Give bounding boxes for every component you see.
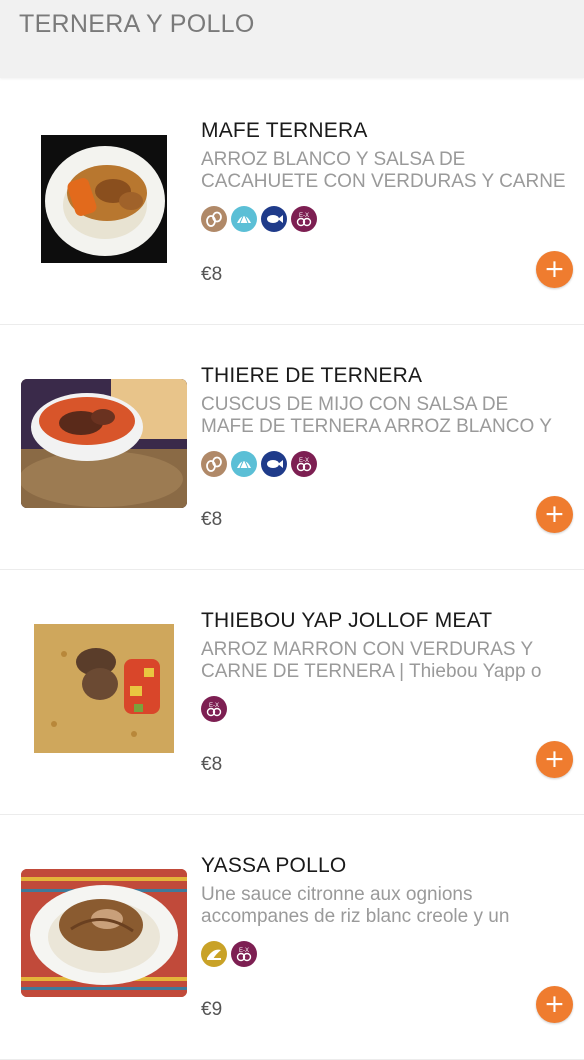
menu-item[interactable]: THIEBOU YAP JOLLOF MEAT ARROZ MARRON CON… — [0, 569, 584, 815]
menu-item[interactable]: MAFE TERNERA ARROZ BLANCO Y SALSA DE CAC… — [0, 79, 584, 325]
eggs-icon: E-X — [291, 451, 317, 477]
item-price: €9 — [201, 999, 223, 1020]
fish-icon — [261, 206, 287, 232]
menu-item[interactable]: THIERE DE TERNERA CUSCUS DE MIJO CON SAL… — [0, 324, 584, 570]
item-description: CUSCUS DE MIJO CON SALSA DE MAFE DE TERN… — [201, 394, 552, 437]
add-to-cart-button[interactable]: + — [536, 741, 573, 778]
eggs-icon: E-X — [291, 206, 317, 232]
allergen-list: E-X — [201, 451, 317, 477]
item-name: THIERE DE TERNERA — [201, 364, 423, 387]
add-to-cart-button[interactable]: + — [536, 986, 573, 1023]
item-description: Une sauce citronne aux ognions accompane… — [201, 884, 510, 927]
add-to-cart-button[interactable]: + — [536, 496, 573, 533]
menu-item[interactable]: YASSA POLLO Une sauce citronne aux ognio… — [0, 814, 584, 1060]
add-to-cart-button[interactable]: + — [536, 251, 573, 288]
mollusc-icon — [231, 206, 257, 232]
dish-image — [41, 135, 167, 263]
item-price: €8 — [201, 754, 223, 775]
fish-icon — [261, 451, 287, 477]
dish-image — [21, 869, 187, 997]
section-title: TERNERA Y POLLO — [19, 10, 255, 38]
eggs-icon: E-X — [201, 696, 227, 722]
item-description: ARROZ MARRON CON VERDURAS Y CARNE DE TER… — [201, 639, 542, 682]
allergen-list: E-X — [201, 206, 317, 232]
peanut-icon — [201, 206, 227, 232]
dish-image — [34, 624, 174, 753]
item-price: €8 — [201, 509, 223, 530]
peanut-icon — [201, 451, 227, 477]
dish-image — [21, 379, 187, 508]
item-description: ARROZ BLANCO Y SALSA DE CACAHUETE CON VE… — [201, 149, 566, 192]
item-name: MAFE TERNERA — [201, 119, 368, 142]
item-name: YASSA POLLO — [201, 854, 347, 877]
mustard-icon — [201, 941, 227, 967]
allergen-list: E-X — [201, 941, 257, 967]
item-price: €8 — [201, 264, 223, 285]
eggs-icon: E-X — [231, 941, 257, 967]
section-header: TERNERA Y POLLO — [0, 0, 584, 78]
mollusc-icon — [231, 451, 257, 477]
allergen-list: E-X — [201, 696, 227, 722]
item-name: THIEBOU YAP JOLLOF MEAT — [201, 609, 493, 632]
